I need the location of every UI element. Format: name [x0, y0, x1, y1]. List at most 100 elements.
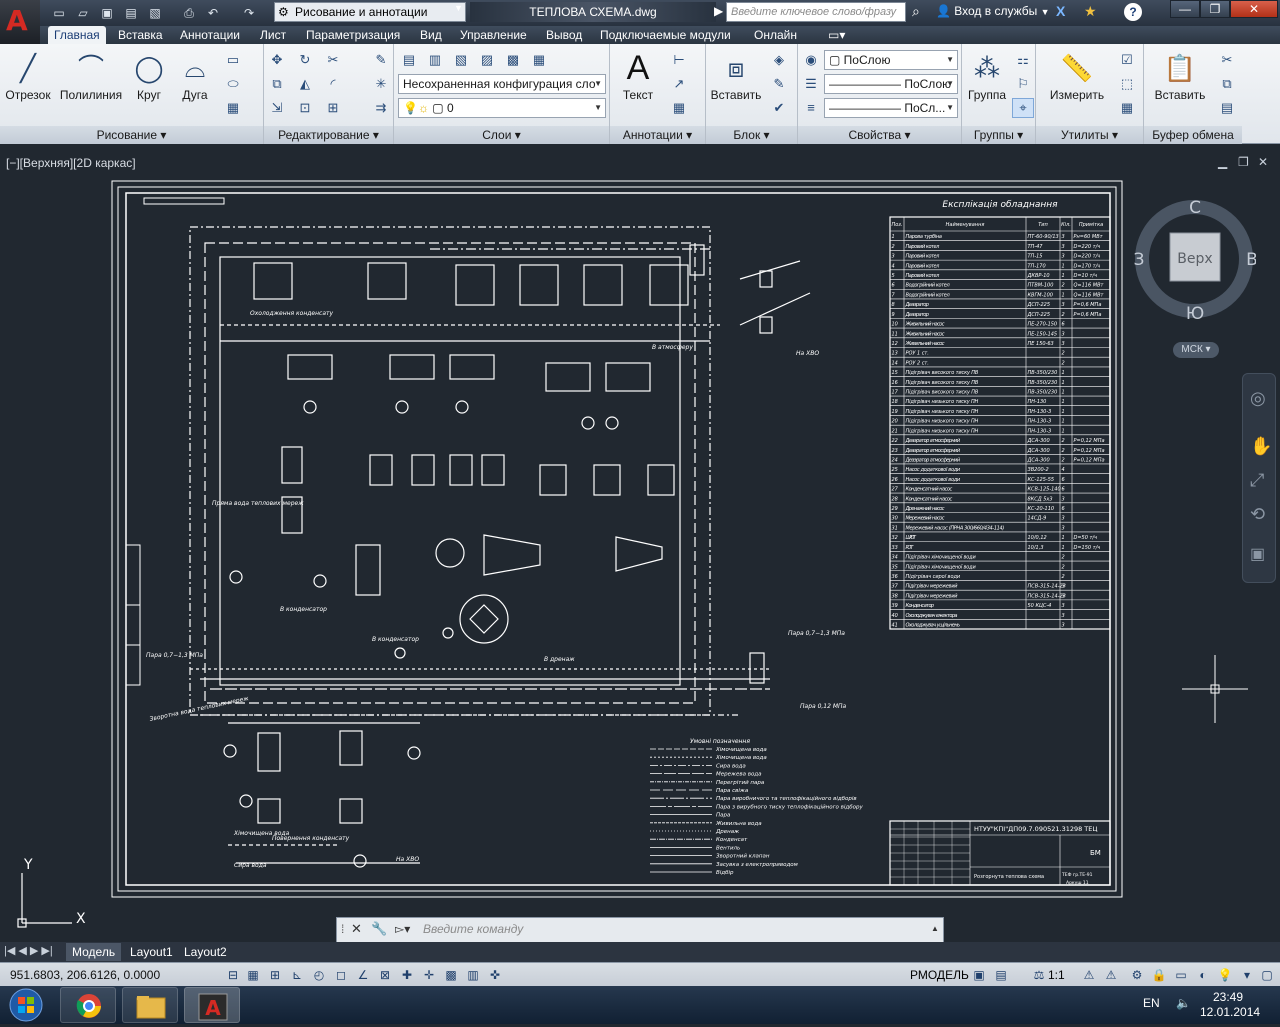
group-tool[interactable]: ⁂ Группа: [964, 48, 1010, 102]
layer-select[interactable]: 💡☼ ▢ 0: [398, 98, 606, 118]
search-input[interactable]: Введите ключевое слово/фразу: [726, 2, 906, 22]
insert-block-tool[interactable]: ⧈ Вставить: [708, 48, 764, 102]
snap-icon[interactable]: ▦: [244, 966, 262, 984]
help-button[interactable]: ?: [1124, 3, 1142, 21]
fillet-icon[interactable]: ◜: [322, 74, 344, 94]
language-indicator[interactable]: EN: [1143, 996, 1160, 1010]
sign-in-button[interactable]: 👤 Вход в службы ▼: [936, 4, 1050, 18]
binoculars-icon[interactable]: ⌕: [912, 3, 920, 20]
workspace-select[interactable]: ⚙ Рисование и аннотации: [274, 2, 466, 22]
tab-online[interactable]: Онлайн: [748, 26, 803, 44]
rectangle-icon[interactable]: ▭: [222, 50, 244, 70]
showmotion-icon[interactable]: ▣: [1250, 544, 1265, 564]
polyline-tool[interactable]: ⌒ Полилиния: [56, 48, 126, 102]
ucs-menu[interactable]: МСК ▾: [1173, 342, 1219, 358]
exchange-icon[interactable]: X: [1056, 3, 1065, 19]
hatch-icon[interactable]: ▦: [222, 98, 244, 118]
lineweight-icon[interactable]: ≡: [800, 98, 822, 118]
model-space-toggle[interactable]: РМОДЕЛЬ: [910, 968, 969, 982]
command-input[interactable]: Введите команду: [423, 922, 523, 936]
tab-annotate[interactable]: Аннотации: [174, 26, 246, 44]
move-icon[interactable]: ✥: [266, 50, 288, 70]
copy-icon[interactable]: ⧉: [266, 74, 288, 94]
layer-off-icon[interactable]: ▨: [476, 50, 498, 70]
measure-tool[interactable]: 📏 Измерить: [1042, 48, 1112, 102]
lock-icon[interactable]: 🔒: [1150, 966, 1168, 984]
trim-icon[interactable]: ✂: [322, 50, 344, 70]
viewcube[interactable]: Верх С Ю В З: [1132, 197, 1256, 321]
layer-states-icon[interactable]: ▥: [424, 50, 446, 70]
compass-east[interactable]: В: [1246, 250, 1256, 270]
mirror-icon[interactable]: ◭: [294, 74, 316, 94]
lightbulb-icon[interactable]: 💡: [1216, 966, 1234, 984]
star-icon[interactable]: ★: [1084, 3, 1097, 20]
publish-icon[interactable]: ▧: [146, 4, 164, 22]
orbit-icon[interactable]: ⟲: [1250, 504, 1265, 525]
new-file-icon[interactable]: ▭: [50, 4, 68, 22]
panel-title-layers[interactable]: Слои ▾: [394, 126, 609, 144]
ungroup-icon[interactable]: ⚏: [1012, 50, 1034, 70]
isolate-objects-icon[interactable]: ◐: [1194, 966, 1212, 984]
circle-tool[interactable]: ◯ Круг: [128, 48, 170, 102]
panel-title-properties[interactable]: Свойства ▾: [798, 126, 961, 144]
ellipse-icon[interactable]: ⬭: [222, 74, 244, 94]
layer-properties-icon[interactable]: ▤: [398, 50, 420, 70]
quick-view-layouts-icon[interactable]: ▣: [970, 966, 988, 984]
dimension-icon[interactable]: ⊢: [668, 50, 690, 70]
compass-south[interactable]: Ю: [1186, 304, 1204, 321]
command-prompt-icon[interactable]: ▻▾: [395, 922, 410, 936]
compass-west[interactable]: З: [1134, 250, 1145, 270]
create-block-icon[interactable]: ◈: [768, 50, 790, 70]
copy-clip-icon[interactable]: ⧉: [1216, 74, 1238, 94]
layer-iso-icon[interactable]: ▧: [450, 50, 472, 70]
grip-icon[interactable]: ⁞: [341, 922, 344, 936]
chevron-down-icon[interactable]: ▼: [454, 3, 463, 13]
table-icon[interactable]: ▦: [668, 98, 690, 118]
annotation-scale[interactable]: 1:1: [1048, 968, 1065, 982]
calculator-icon[interactable]: ▦: [1116, 98, 1138, 118]
steering-wheel-icon[interactable]: ◎: [1250, 388, 1266, 409]
linetype-select[interactable]: ―――――― ПоСлою: [824, 74, 958, 94]
layer-freeze-icon[interactable]: ▩: [502, 50, 524, 70]
quick-properties-icon[interactable]: ▥: [464, 966, 482, 984]
chevron-up-icon[interactable]: ▲: [931, 924, 939, 933]
match-properties-icon[interactable]: ▤: [1216, 98, 1238, 118]
tab-scroll-icon[interactable]: |◀ ◀ ▶ ▶|: [4, 944, 53, 957]
annotation-visibility-icon[interactable]: ⚠: [1080, 966, 1098, 984]
cut-icon[interactable]: ✂: [1216, 50, 1238, 70]
volume-icon[interactable]: 🔈: [1176, 996, 1191, 1010]
scale-icon[interactable]: ⊡: [294, 98, 316, 118]
maximize-button[interactable]: ❐: [1200, 0, 1230, 18]
panel-title-groups[interactable]: Группы ▾: [962, 126, 1035, 144]
explode-icon[interactable]: ✳: [370, 74, 392, 94]
redo-icon[interactable]: ↷: [240, 4, 258, 22]
color-select[interactable]: ▢ ПоСлою: [824, 50, 958, 70]
stretch-icon[interactable]: ⇲: [266, 98, 288, 118]
group-select-icon[interactable]: ⌖: [1012, 98, 1034, 118]
tab-layout2[interactable]: Layout2: [178, 943, 233, 961]
taskbar-chrome[interactable]: [60, 987, 116, 1023]
group-edit-icon[interactable]: ⚐: [1012, 74, 1034, 94]
status-menu-icon[interactable]: ▾: [1238, 966, 1256, 984]
zoom-extents-icon[interactable]: ⤢: [1250, 470, 1264, 491]
annotation-scale-icon[interactable]: ⚖: [1030, 966, 1048, 984]
pan-hand-icon[interactable]: ✋: [1250, 436, 1272, 457]
app-menu-button[interactable]: A: [0, 0, 40, 44]
tab-manage[interactable]: Управление: [454, 26, 533, 44]
close-button[interactable]: ✕: [1230, 0, 1278, 18]
system-clock[interactable]: 23:49 12.01.2014: [1200, 990, 1260, 1020]
tab-model[interactable]: Модель: [66, 943, 122, 961]
hardware-acceleration-icon[interactable]: ▭: [1172, 966, 1190, 984]
quick-select-icon[interactable]: ☑: [1116, 50, 1138, 70]
ducs-icon[interactable]: ⊠: [376, 966, 394, 984]
minimize-button[interactable]: —: [1170, 0, 1200, 18]
tab-view[interactable]: Вид: [414, 26, 448, 44]
panel-title-draw[interactable]: Рисование ▾: [0, 126, 263, 144]
tab-plugins[interactable]: Подключаемые модули: [594, 26, 737, 44]
taskbar-autocad[interactable]: A: [184, 987, 240, 1023]
infer-constraints-icon[interactable]: ⊟: [224, 966, 242, 984]
transparency-icon[interactable]: ▩: [442, 966, 460, 984]
osnap-icon[interactable]: ◻: [332, 966, 350, 984]
line-tool[interactable]: ╱ Отрезок: [4, 48, 52, 102]
panel-title-utilities[interactable]: Утилиты ▾: [1036, 126, 1143, 144]
